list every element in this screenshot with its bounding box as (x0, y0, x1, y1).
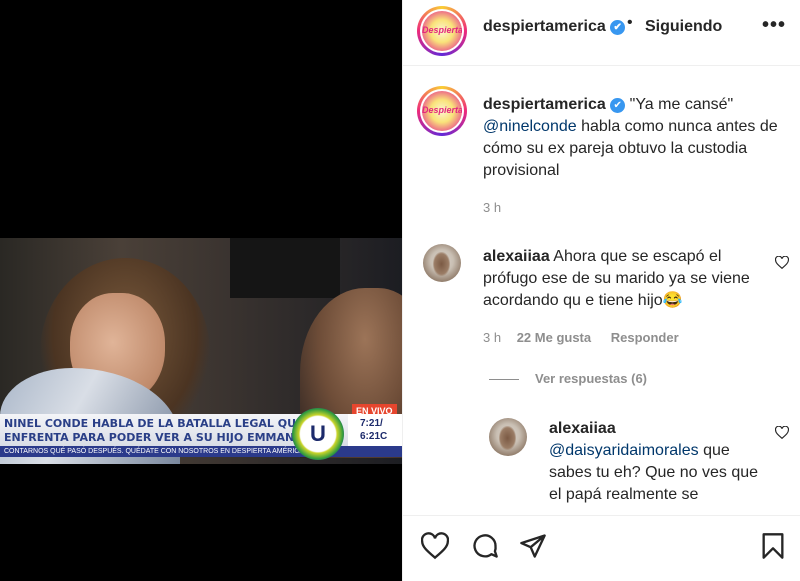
ticker-text: CONTARNOS QUÉ PASÓ DESPUÉS. QUÉDATE CON … (4, 448, 305, 455)
like-heart-icon[interactable] (421, 532, 449, 560)
comment-meta: 3 h 22 Me gusta Responder (483, 330, 679, 345)
reply-username[interactable]: alexaiiaa (549, 420, 616, 437)
replies-divider (489, 379, 519, 381)
save-bookmark-icon[interactable] (759, 532, 787, 560)
caption-time[interactable]: 3 h (483, 200, 501, 215)
view-replies-button[interactable]: Ver respuestas (6) (489, 371, 647, 386)
header-separator: • (627, 14, 633, 31)
network-logo-letter: U (310, 421, 326, 446)
action-bar (403, 515, 800, 581)
post-caption: despiertamerica ✔ "Ya me cansé" @ninelco… (483, 94, 788, 182)
post-header: Despierta despiertamerica ✔ • Siguiendo … (403, 0, 800, 66)
time-temp-box: 7:21/ 6:21C (348, 414, 402, 446)
reply-mention[interactable]: @daisyaridaimorales (549, 442, 699, 459)
headline-line-2: ENFRENTA PARA PODER VER A SU HIJO EMMANU… (4, 431, 318, 444)
caption-text-before: "Ya me cansé" (625, 96, 734, 113)
comment-like-heart-icon[interactable] (775, 256, 789, 269)
caption-username[interactable]: despiertamerica (483, 96, 606, 113)
header-username[interactable]: despiertamerica ✔ (483, 18, 626, 36)
post-sidebar: Despierta despiertamerica ✔ • Siguiendo … (402, 0, 800, 581)
broadcast-temp: 6:21C (360, 431, 388, 442)
video-background (230, 238, 340, 298)
comment-time[interactable]: 3 h (483, 330, 501, 345)
verified-icon: ✔ (610, 20, 626, 35)
profile-avatar[interactable]: Despierta (417, 6, 467, 56)
caption-verified-icon: ✔ (610, 98, 626, 113)
comment-likes[interactable]: 22 Me gusta (517, 330, 591, 345)
caption-mention[interactable]: @ninelconde (483, 118, 577, 135)
post-media[interactable]: EN VIVO NINEL CONDE HABLA DE LA BATALLA … (0, 0, 402, 581)
news-ticker: CONTARNOS QUÉ PASÓ DESPUÉS. QUÉDATE CON … (0, 446, 402, 457)
laughing-emoji-icon: 😂 (662, 292, 683, 309)
reply-like-heart-icon[interactable] (775, 426, 789, 439)
reply-button[interactable]: Responder (611, 330, 679, 345)
view-replies-label[interactable]: Ver respuestas (6) (535, 371, 647, 386)
comment-text: alexaiiaa Ahora que se escapó el prófugo… (483, 246, 768, 312)
share-plane-icon[interactable] (519, 532, 547, 560)
header-username-text[interactable]: despiertamerica (483, 18, 606, 35)
reply-text: alexaiiaa @daisyaridaimorales que sabes … (549, 418, 771, 514)
broadcast-time: 7:21/ (360, 418, 383, 429)
headline-line-1: NINEL CONDE HABLA DE LA BATALLA LEGAL QU… (4, 417, 304, 430)
caption-avatar[interactable]: Despierta (417, 86, 467, 136)
network-logo: U (292, 408, 344, 460)
caption-avatar-logo-text: Despierta (422, 105, 462, 115)
reply-avatar[interactable] (489, 418, 527, 456)
avatar-logo-text: Despierta (422, 25, 462, 35)
comment-username[interactable]: alexaiiaa (483, 248, 550, 265)
comment-bubble-icon[interactable] (471, 532, 499, 560)
more-options-icon[interactable]: ••• (762, 14, 786, 37)
comment-avatar[interactable] (423, 244, 461, 282)
following-button[interactable]: Siguiendo (645, 18, 722, 36)
